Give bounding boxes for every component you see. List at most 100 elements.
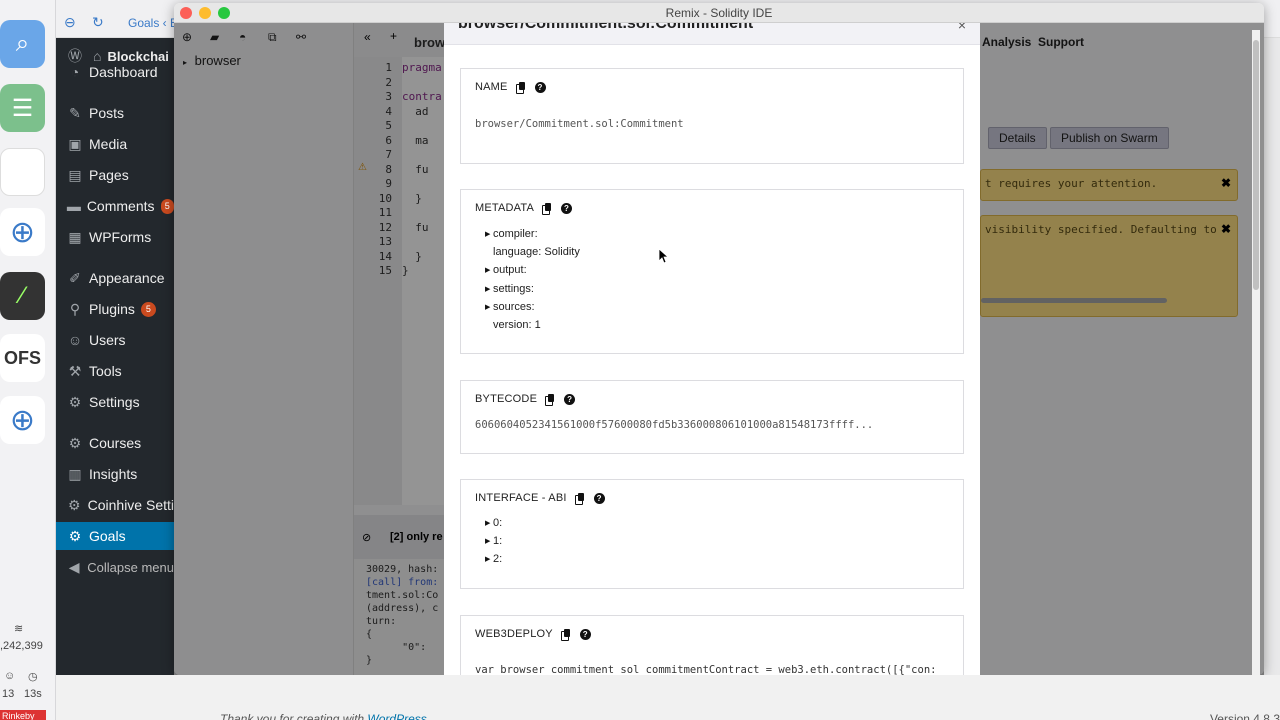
name-heading-text: NAME (475, 81, 508, 93)
wordpress-link[interactable]: WordPress (367, 712, 426, 720)
plug-icon: ⚲ (69, 300, 81, 317)
contract-details-modal: browser/Commitment.sol:Commitment × NAME… (444, 23, 980, 675)
help-icon[interactable]: ? (579, 628, 591, 640)
sidebar-item-wpforms[interactable]: ▦ WPForms (56, 223, 174, 251)
sidebar-item-media[interactable]: ▣ Media (56, 130, 174, 158)
sidebar-item-insights[interactable]: ▥ Insights (56, 460, 174, 488)
sidebar-item-label: Insights (89, 466, 138, 482)
pages-icon: ▤ (68, 166, 82, 183)
collapse-icon: ◀ (68, 558, 80, 575)
metadata-heading: METADATA ? (475, 202, 573, 215)
abi-row[interactable]: ▶ 1: (485, 535, 502, 547)
web3deploy-value: var browser_commitment_sol_commitmentCon… (475, 664, 937, 675)
caret-right-icon[interactable]: ▶ (485, 537, 493, 545)
bytecode-value: 6060604052341561000f57600080fd5b33600080… (475, 419, 874, 431)
web3deploy-heading-text: WEB3DEPLOY (475, 628, 553, 640)
sidebar-item-settings[interactable]: ⚙ Settings (56, 388, 174, 416)
metadata-row-label: settings: (493, 282, 534, 295)
sidebar-item-dashboard[interactable]: ◔ Dashboard (56, 58, 174, 86)
copy-icon[interactable] (560, 628, 571, 641)
abi-row-label: 2: (493, 553, 503, 566)
metadata-row-label: language: Solidity (493, 246, 580, 259)
web3deploy-heading: WEB3DEPLOY ? (475, 628, 591, 641)
copy-icon[interactable] (542, 202, 552, 215)
metadata-row-label: version: 1 (493, 319, 541, 331)
sidebar-item-goals[interactable]: ⚙ Goals (56, 522, 174, 550)
gear-icon: ⚙ (68, 434, 82, 451)
caret-right-icon[interactable]: ▶ (485, 285, 493, 293)
abi-row[interactable]: ▶ 2: (485, 553, 502, 565)
sidebar-item-appearance[interactable]: ✐ Appearance (56, 264, 174, 292)
sidebar-item-label: Pages (89, 167, 129, 183)
sidebar-item-plugins[interactable]: ⚲ Plugins 5 (56, 295, 174, 323)
link-app-icon[interactable]: ⁄ (0, 272, 45, 320)
metadata-row-label: output: (493, 264, 527, 277)
reload-icon[interactable]: ↻ (92, 14, 104, 31)
sidebar-item-users[interactable]: ☺ Users (56, 326, 174, 354)
brush-icon: ✐ (69, 269, 81, 286)
copy-icon[interactable] (515, 81, 526, 94)
users-icon: ☺ (67, 332, 83, 348)
abi-row[interactable]: ▶ 0: (485, 517, 502, 529)
sidebar-item-collapse-menu[interactable]: ◀ Collapse menu (56, 553, 174, 581)
stat-a: 13 (2, 688, 15, 700)
scrollbar-thumb[interactable] (1253, 40, 1259, 290)
close-icon[interactable]: × (958, 23, 966, 33)
bytecode-section: BYTECODE ? 6060604052341561000f57600080f… (460, 380, 964, 454)
caret-right-icon[interactable]: ▶ (485, 230, 493, 238)
abi-row-label: 1: (493, 535, 503, 548)
bytecode-heading: BYTECODE ? (475, 393, 576, 406)
gear-icon: ⚙ (68, 527, 82, 544)
help-icon[interactable]: ? (593, 492, 605, 504)
network-badge: Rinkeby (0, 710, 46, 720)
pin-icon: ✎ (69, 104, 81, 121)
image-app-icon[interactable] (0, 148, 45, 196)
comments-icon: ▬ (66, 198, 81, 214)
help-icon[interactable]: ? (534, 81, 546, 93)
sidebar-item-label: Goals (89, 528, 126, 544)
copy-icon[interactable] (545, 393, 555, 406)
ofs-app-icon[interactable]: OFS (0, 334, 45, 382)
window-title: Remix - Solidity IDE (665, 6, 773, 20)
metadata-row: version: 1 (493, 319, 541, 331)
sidebar-item-comments[interactable]: ▬ Comments 5 (56, 192, 174, 220)
sidebar-item-tools[interactable]: ⚒ Tools (56, 357, 174, 385)
sidebar-item-label: Comments (86, 198, 155, 214)
sidebar-item-label: Dashboard (89, 64, 158, 80)
metadata-row[interactable]: ▶ output: (485, 264, 527, 276)
caret-right-icon[interactable]: ▶ (485, 555, 493, 563)
caret-right-icon[interactable]: ▶ (485, 303, 493, 311)
metadata-row[interactable]: ▶ compiler: (485, 228, 538, 240)
forms-icon: ▦ (68, 228, 82, 245)
search-app-icon[interactable]: ⌕ (0, 20, 45, 68)
sidebar-item-label: Collapse menu (87, 559, 174, 575)
sidebar-item-label: WPForms (89, 229, 152, 245)
globe-icon[interactable]: ⊕ (0, 208, 45, 256)
metadata-row[interactable]: ▶ sources: (485, 301, 535, 313)
metadata-row: language: Solidity (493, 246, 580, 258)
mouse-cursor-icon (658, 248, 668, 264)
wp-admin-menu: Ⓦ ⌂ Blockchai ◔ Dashboard ✎ Posts ▣ Media ▤ Pag… (56, 38, 174, 720)
caret-right-icon[interactable]: ▶ (485, 266, 493, 274)
metadata-row-label: compiler: (493, 228, 538, 240)
user-icon: ☺ (4, 670, 16, 682)
metadata-row[interactable]: ▶ settings: (485, 283, 534, 295)
globe-icon-2[interactable]: ⊕ (0, 396, 45, 444)
help-icon[interactable]: ? (564, 393, 576, 405)
dashboard-icon: ◔ (70, 64, 80, 80)
caret-right-icon[interactable]: ▶ (485, 519, 493, 527)
sidebar-item-posts[interactable]: ✎ Posts (56, 99, 174, 127)
copy-icon[interactable] (574, 492, 585, 505)
stat-b: 13s (24, 688, 42, 700)
sidebar-item-pages[interactable]: ▤ Pages (56, 161, 174, 189)
sidebar-item-courses[interactable]: ⚙ Courses (56, 429, 174, 457)
metadata-row-label: sources: (493, 300, 535, 313)
footer-thanks-text: Thank you for creating with (220, 712, 365, 720)
back-icon[interactable]: ⊖ (64, 14, 76, 31)
notes-app-icon[interactable]: ☰ (0, 84, 45, 132)
sidebar-item-coinhive-setti[interactable]: ⚙ Coinhive Setti (56, 491, 174, 519)
name-section: NAME ? browser/Commitment.sol:Commitment (460, 68, 964, 164)
modal-header: browser/Commitment.sol:Commitment × (444, 23, 980, 45)
help-icon[interactable]: ? (561, 202, 573, 214)
app-dock: ⌕ ☰ ⊕ ⁄ OFS ⊕ ≋ ,242,399 ☺ ◷ 13 13s Rink… (0, 0, 56, 720)
